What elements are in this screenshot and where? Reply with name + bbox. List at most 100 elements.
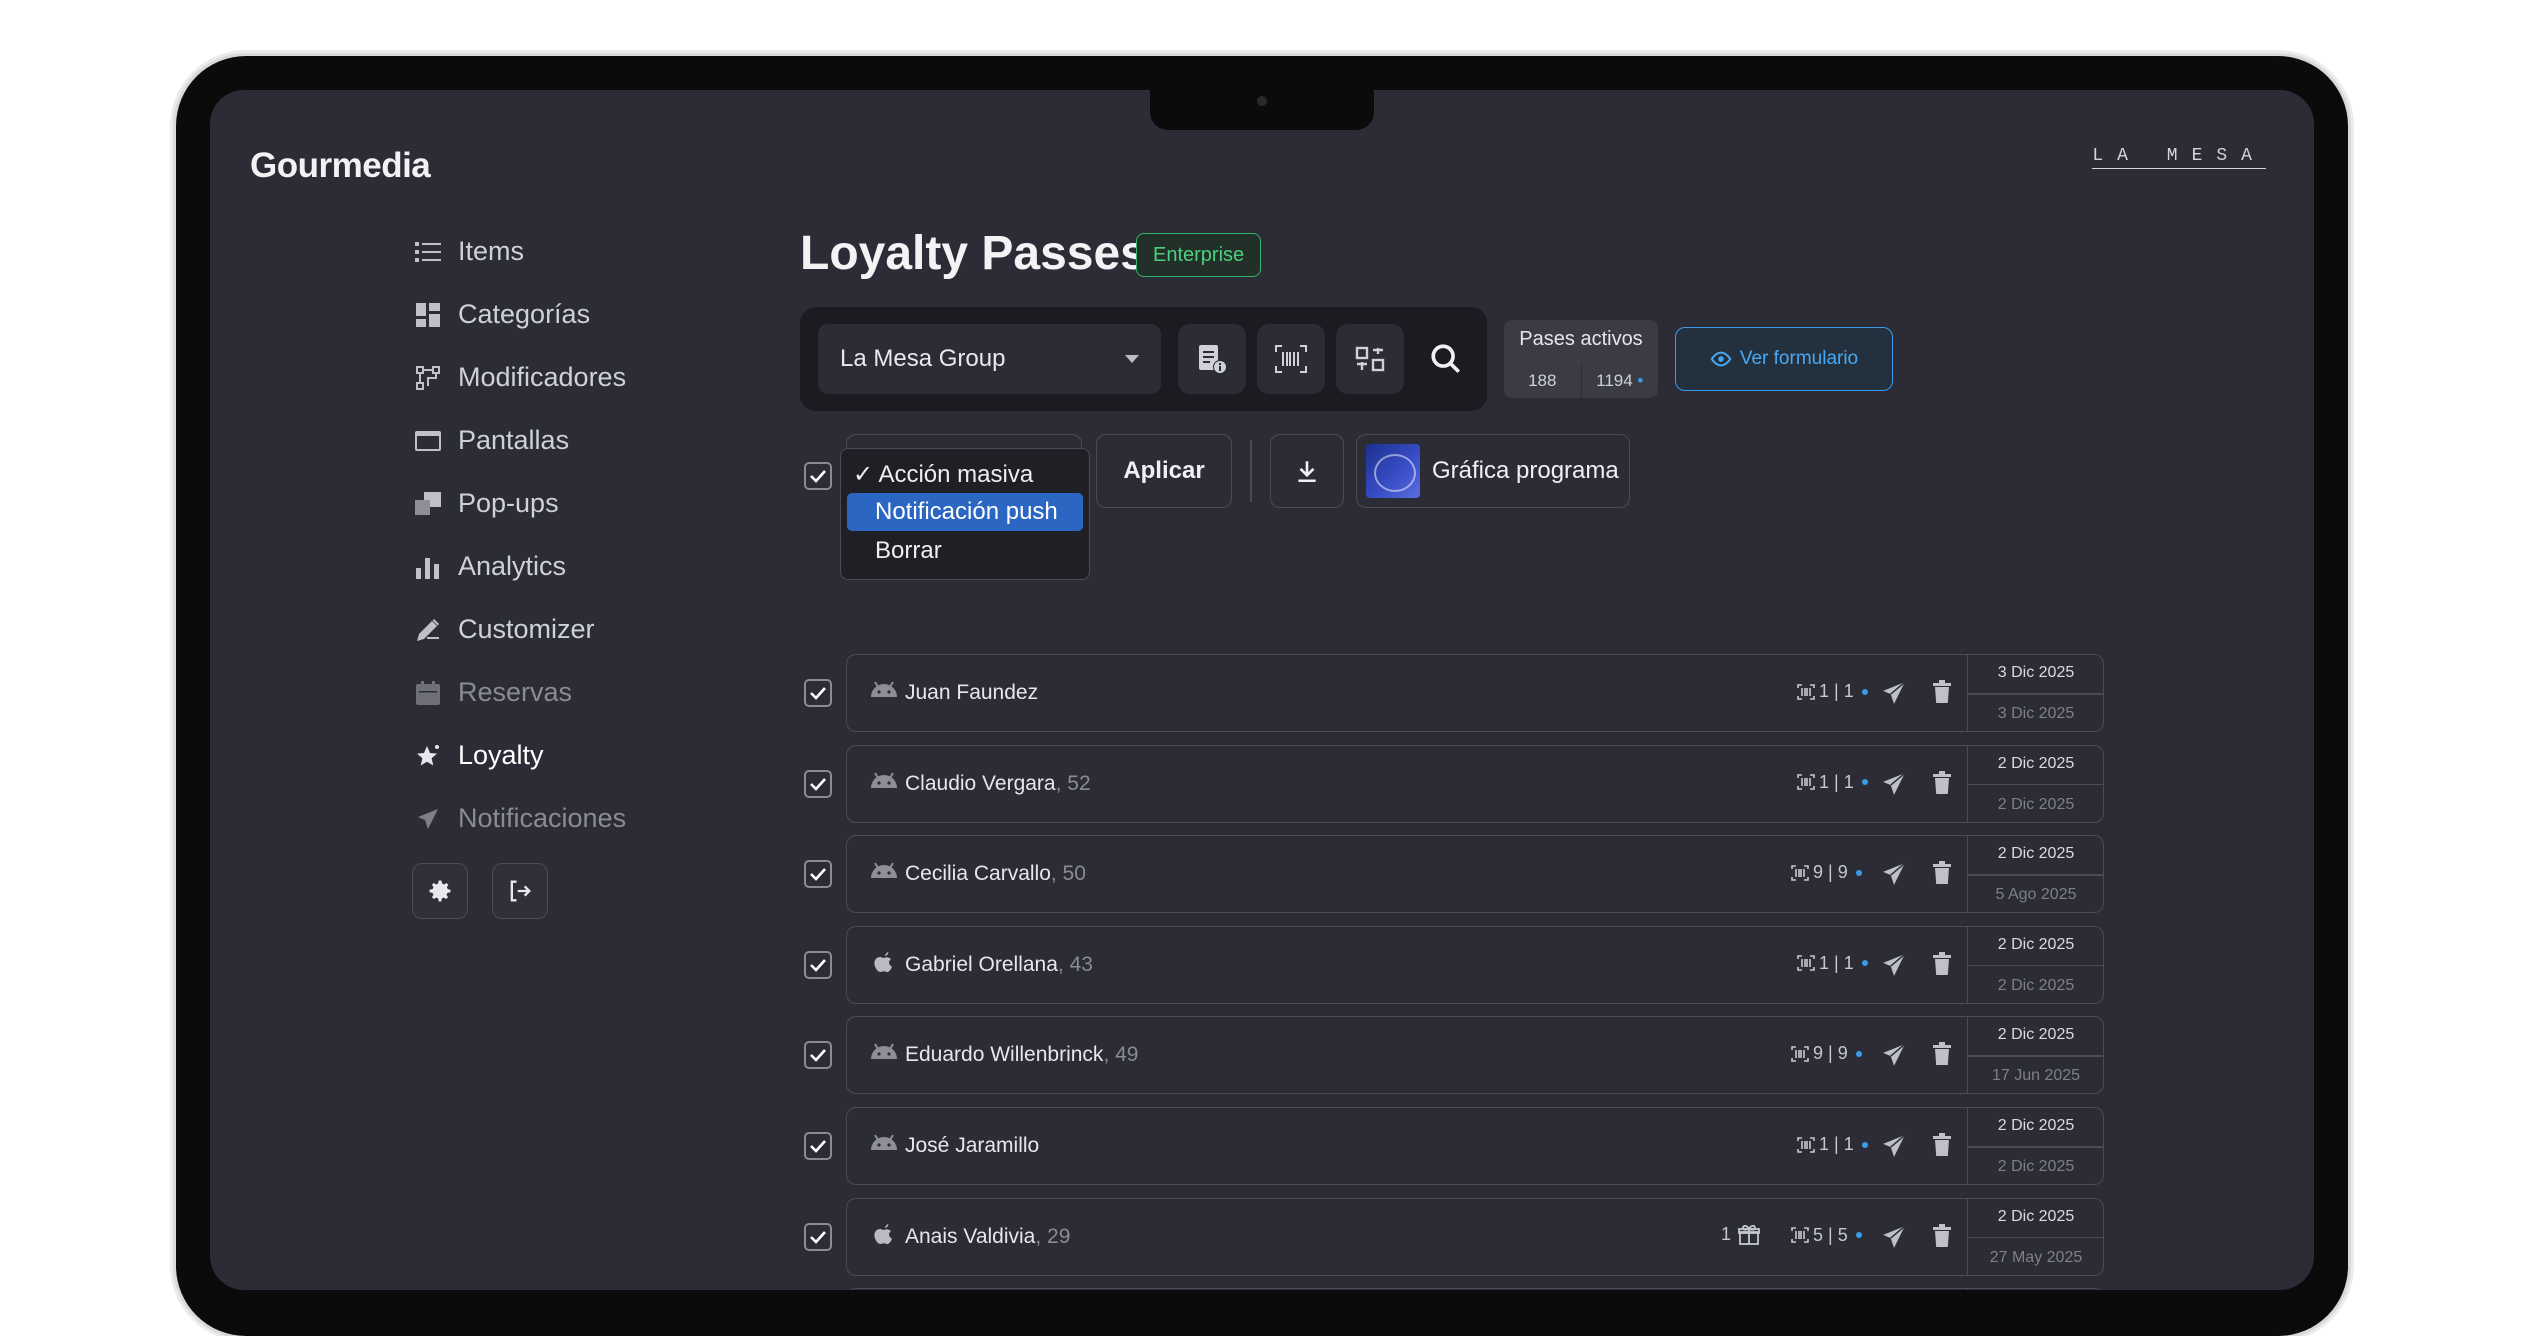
filter-toolbar: La Mesa Group	[800, 307, 1487, 411]
apple-icon	[869, 951, 899, 975]
view-form-label: Ver formulario	[1739, 348, 1859, 369]
created-date: 2 Dic 2025	[1997, 1158, 2075, 1175]
program-chart-button[interactable]: Gráfica programa	[1356, 434, 1630, 508]
stamps-count: 1 | 1	[1797, 1134, 1868, 1155]
qr-scan-button[interactable]	[1336, 324, 1404, 394]
last-activity-date: 2 Dic 2025	[1997, 754, 2075, 772]
bulk-option[interactable]: Notificación push	[847, 493, 1083, 531]
send-push-icon	[1883, 681, 1906, 704]
pass-row[interactable]: Juan Faundez 1 | 1 3 Dic 2025 3 Dic 2025	[846, 654, 2104, 732]
bulk-option[interactable]: ✓ Acción masiva	[847, 455, 1083, 493]
logout-button[interactable]	[492, 863, 548, 919]
send-push-button[interactable]	[1881, 952, 1907, 983]
barcode-icon	[1791, 864, 1809, 881]
program-chart-label: Gráfica programa	[1432, 457, 1619, 484]
trash-icon	[1933, 1042, 1951, 1066]
settings-button[interactable]	[412, 863, 468, 919]
sidebar-item-analytics[interactable]: Analytics	[414, 535, 734, 598]
checkmark-icon	[810, 687, 826, 700]
status-dot	[1855, 1232, 1862, 1239]
delete-button[interactable]	[1931, 1133, 1953, 1162]
active-passes-count: 188	[1528, 371, 1557, 390]
pass-row[interactable]: José Jaramillo 1 | 1 2 Dic 2025 2 Dic 2025	[846, 1107, 2104, 1185]
sidebar-item-label: Reservas	[458, 677, 573, 707]
row-checkbox[interactable]	[804, 1222, 832, 1251]
document-info-icon	[1199, 345, 1227, 374]
caret-down-icon	[1125, 355, 1139, 363]
bulk-action-dropdown: ✓ Acción masiva Notificación push Borrar	[840, 448, 1090, 580]
delete-button[interactable]	[1931, 1223, 1953, 1253]
send-push-button[interactable]	[1881, 1133, 1907, 1164]
checkmark-icon	[810, 470, 826, 483]
sidebar-item-loyalty[interactable]: Loyalty	[414, 724, 734, 787]
last-activity-date: 2 Dic 2025	[1997, 1207, 2075, 1225]
view-form-button[interactable]: Ver formulario	[1675, 327, 1893, 391]
pass-row[interactable]: Anais Valdivia, 29 1 5 | 5 2 Dic 2025 27 May…	[846, 1197, 2104, 1276]
sidebar-nav: Items Categorías Modificadores Pantallas Pop…	[414, 220, 734, 850]
send-push-icon	[1883, 772, 1906, 795]
pass-row[interactable]: Cecilia Carvallo, 50 9 | 9 2 Dic 2025 5 Ago…	[846, 835, 2104, 914]
customer-name: Claudio Vergara, 52	[905, 771, 1091, 795]
delete-button[interactable]	[1931, 680, 1953, 709]
sidebar-item-pop-ups[interactable]: Pop-ups	[414, 472, 734, 535]
bulk-option[interactable]: Borrar	[847, 532, 1083, 570]
sidebar-item-modificadores[interactable]: Modificadores	[414, 346, 734, 409]
send-push-button[interactable]	[1881, 1224, 1907, 1255]
sidebar-item-customizer[interactable]: Customizer	[414, 598, 734, 661]
sidebar-item-label: Pantallas	[458, 425, 570, 455]
status-dot	[1861, 1141, 1868, 1148]
row-checkbox[interactable]	[804, 769, 832, 798]
trash-icon	[1933, 1223, 1951, 1247]
row-checkbox[interactable]	[804, 1041, 832, 1070]
list-icon	[414, 238, 442, 266]
android-icon	[869, 679, 899, 703]
stamps-count: 1 | 1	[1797, 953, 1868, 974]
pass-dates: 3 Dic 2025 3 Dic 2025	[1967, 655, 2104, 731]
pass-row[interactable]: Eduardo Willenbrinck, 49 9 | 9 2 Dic 2025 1…	[846, 1016, 2104, 1095]
created-date: 17 Jun 2025	[1991, 1067, 2081, 1085]
delete-button[interactable]	[1931, 770, 1953, 800]
download-button[interactable]	[1270, 434, 1344, 508]
sidebar-item-notificaciones[interactable]: Notificaciones	[414, 787, 734, 850]
trash-icon	[1933, 770, 1951, 794]
group-select[interactable]: La Mesa Group	[818, 324, 1161, 394]
barcode-icon	[1275, 345, 1307, 373]
sidebar-item-pantallas[interactable]: Pantallas	[414, 409, 734, 472]
send-push-button[interactable]	[1881, 861, 1907, 892]
last-activity-date: 2 Dic 2025	[1997, 1117, 2075, 1134]
row-checkbox[interactable]	[804, 1132, 832, 1160]
pass-row[interactable]: Diego Soto, 2818 | 91 Dic 20251 Jul 2025	[846, 1288, 2104, 1290]
created-date: 2 Dic 2025	[1997, 976, 2075, 994]
created-date: 2 Dic 2025	[1997, 795, 2075, 813]
delete-button[interactable]	[1931, 1042, 1953, 1071]
send-push-button[interactable]	[1881, 680, 1907, 711]
sidebar-item-reservas[interactable]: Reservas	[414, 661, 734, 724]
pass-row[interactable]: Gabriel Orellana, 43 1 | 12 Dic 2025 2 Dic…	[846, 925, 2104, 1004]
sidebar-item-items[interactable]: Items	[414, 220, 734, 283]
sidebar-item-categorias[interactable]: Categorías	[414, 283, 734, 346]
pass-row[interactable]: Claudio Vergara, 52 1 | 12 Dic 2025 2 Dic …	[846, 744, 2104, 823]
camera-notch	[1150, 90, 1374, 130]
send-push-icon	[1883, 1043, 1906, 1067]
checkmark-icon	[810, 777, 826, 791]
search-button[interactable]	[1412, 324, 1480, 394]
apply-button[interactable]: Aplicar	[1096, 434, 1232, 508]
send-push-button[interactable]	[1881, 771, 1907, 802]
row-checkbox[interactable]	[804, 860, 832, 889]
delete-button[interactable]	[1931, 951, 1953, 981]
row-checkbox[interactable]	[804, 950, 832, 979]
barcode-scan-button[interactable]	[1257, 324, 1325, 394]
customer-name: Juan Faundez	[905, 681, 1039, 704]
select-all-checkbox[interactable]	[804, 462, 832, 490]
rewards-count: 1	[1721, 1223, 1761, 1247]
android-icon	[869, 1132, 899, 1156]
delete-button[interactable]	[1931, 861, 1953, 890]
eye-icon	[1710, 351, 1732, 367]
row-checkbox[interactable]	[804, 679, 832, 707]
calendar-icon	[414, 679, 442, 707]
checkmark-icon	[810, 868, 826, 882]
report-info-button[interactable]	[1178, 324, 1246, 394]
checkmark-icon	[810, 1140, 826, 1153]
trash-icon	[1933, 1133, 1951, 1156]
send-push-button[interactable]	[1881, 1042, 1907, 1073]
